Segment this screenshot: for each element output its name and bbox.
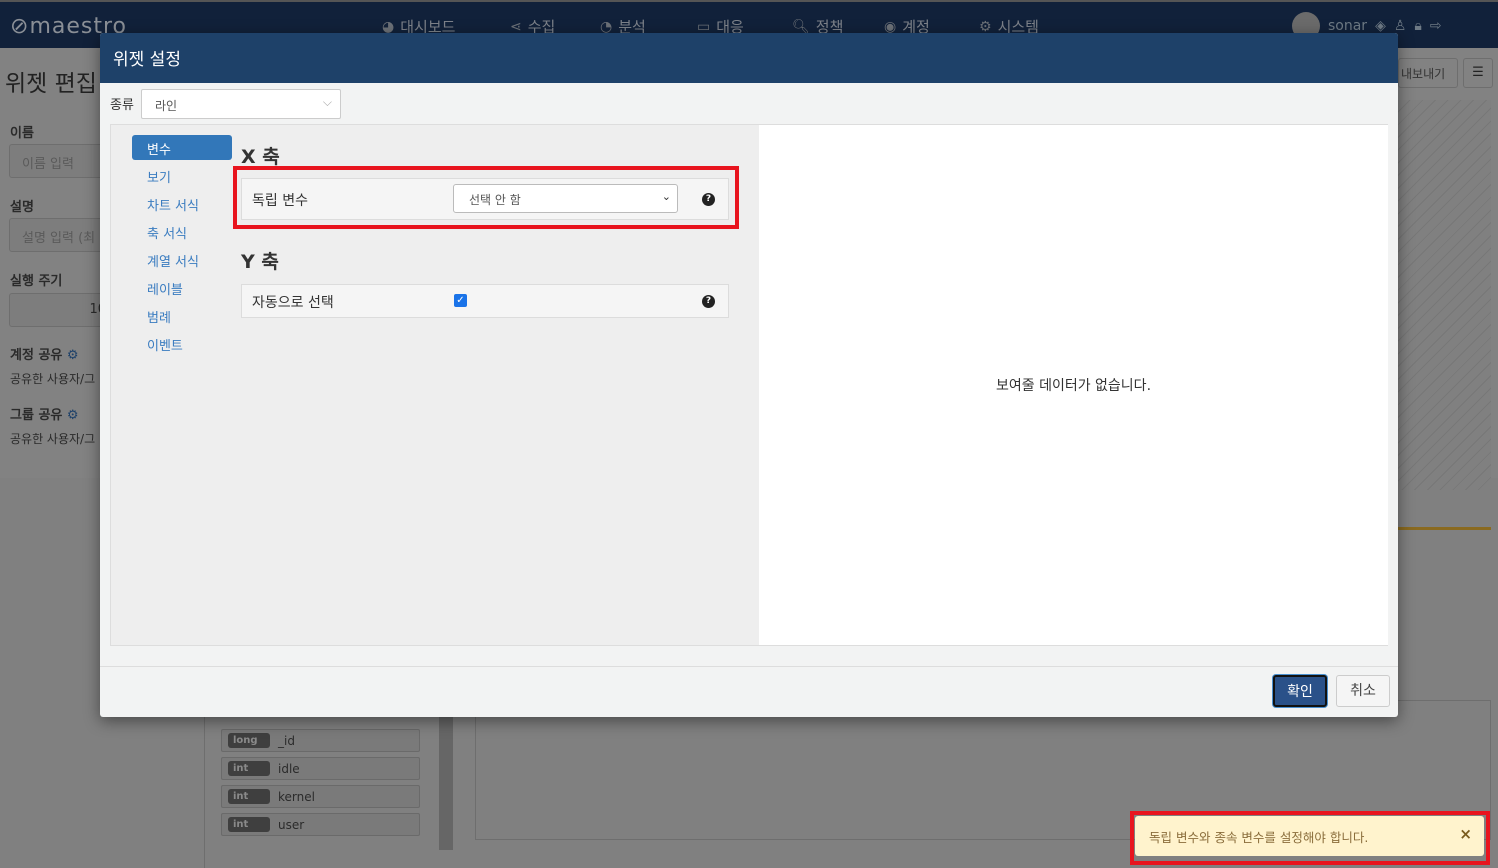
user-icon[interactable]: ♙ xyxy=(1394,18,1407,34)
independent-variable-select[interactable]: 선택 안 함 ⌄ xyxy=(453,184,678,213)
field-item[interactable]: long _id xyxy=(221,729,420,752)
toast-message: 독립 변수와 종속 변수를 설정해야 합니다. xyxy=(1149,830,1369,845)
name-label: 이름 xyxy=(10,126,34,141)
menu-icon[interactable]: ☰ xyxy=(1463,58,1493,88)
y-axis-heading: Y 축 xyxy=(241,251,279,273)
close-icon[interactable]: × xyxy=(1459,825,1472,843)
type-select[interactable]: 라인 ⌵ xyxy=(141,89,341,119)
auto-select-row: 자동으로 선택 ✓ ? xyxy=(241,284,729,318)
export-button[interactable]: 내보내기 xyxy=(1398,58,1458,88)
help-icon[interactable]: ? xyxy=(702,193,715,206)
group-share-label: 그룹 공유 ⚙ xyxy=(10,408,79,423)
preview-accent-line xyxy=(1398,527,1491,530)
logout-icon[interactable]: ⇨ xyxy=(1430,18,1442,34)
tab-series-format[interactable]: 계열 서식 xyxy=(132,247,232,272)
modal-title: 위젯 설정 xyxy=(100,33,1398,83)
x-axis-heading: X 축 xyxy=(241,146,280,168)
settings-panel: 변수 보기 차트 서식 축 서식 계열 서식 레이블 범례 이벤트 X 축 독립… xyxy=(110,124,1388,646)
page-title: 위젯 편집 xyxy=(5,71,97,97)
help-icon[interactable]: ? xyxy=(702,295,715,308)
field-item[interactable]: int user xyxy=(221,813,420,836)
tab-axis-format[interactable]: 축 서식 xyxy=(132,219,232,244)
chart-preview: 보여줄 데이터가 없습니다. xyxy=(759,125,1388,645)
field-item[interactable]: int idle xyxy=(221,757,420,780)
tab-view[interactable]: 보기 xyxy=(132,163,232,188)
gear-icon[interactable]: ⚙ xyxy=(67,408,79,423)
widget-settings-modal: 위젯 설정 종류 라인 ⌵ 변수 보기 차트 서식 축 서식 계열 서식 레이블 … xyxy=(100,33,1398,717)
chevron-down-icon: ⌵ xyxy=(322,95,332,109)
cancel-button[interactable]: 취소 xyxy=(1336,675,1390,707)
logo-icon: ⊘ xyxy=(10,14,30,39)
chevron-down-icon: ⌄ xyxy=(661,190,671,203)
ok-button[interactable]: 확인 xyxy=(1273,675,1327,707)
tab-legend[interactable]: 범례 xyxy=(132,303,232,328)
independent-variable-label: 독립 변수 xyxy=(252,193,308,209)
interval-label: 실행 주기 xyxy=(10,274,63,289)
type-label: 종류 xyxy=(110,98,134,113)
independent-variable-row: 독립 변수 선택 안 함 ⌄ ? xyxy=(241,178,729,220)
empty-message: 보여줄 데이터가 없습니다. xyxy=(995,378,1152,394)
ticket-icon[interactable]: ◈ xyxy=(1375,18,1386,34)
tab-chart-format[interactable]: 차트 서식 xyxy=(132,191,232,216)
auto-select-label: 자동으로 선택 xyxy=(252,295,334,311)
desc-label: 설명 xyxy=(10,200,34,215)
group-share-desc: 공유한 사용자/그 xyxy=(10,432,96,446)
field-item[interactable]: int kernel xyxy=(221,785,420,808)
footer-divider xyxy=(100,666,1398,667)
gear-icon[interactable]: ⚙ xyxy=(67,348,79,363)
divider xyxy=(204,700,205,868)
tab-event[interactable]: 이벤트 xyxy=(132,331,232,356)
tab-label[interactable]: 레이블 xyxy=(132,275,232,300)
auto-select-checkbox[interactable]: ✓ xyxy=(454,294,467,307)
account-share-label: 계정 공유 ⚙ xyxy=(10,348,79,363)
warning-toast: 독립 변수와 종속 변수를 설정해야 합니다. × xyxy=(1135,816,1484,856)
account-share-desc: 공유한 사용자/그 xyxy=(10,372,96,386)
tab-variables[interactable]: 변수 xyxy=(132,135,232,160)
preview-area xyxy=(1398,100,1491,490)
scrollbar[interactable] xyxy=(439,700,453,850)
lock-icon[interactable]: 🔒︎ xyxy=(1414,18,1421,34)
